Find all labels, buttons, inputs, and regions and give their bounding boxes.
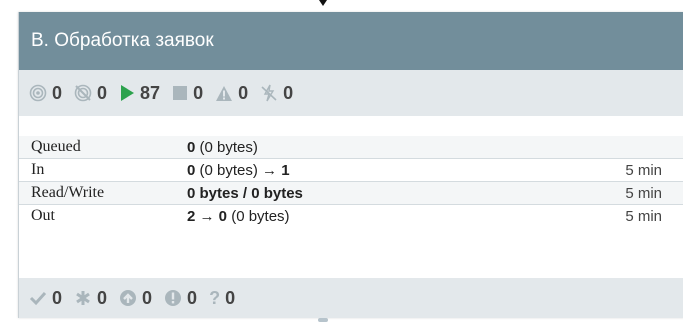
stats-row-value: 2 → 0 (0 bytes) bbox=[187, 207, 290, 225]
sync-failure-icon bbox=[164, 289, 182, 307]
invalid-count: 0 bbox=[215, 83, 248, 104]
stats-row-out: Out 2 → 0 (0 bytes) 5 min bbox=[19, 205, 683, 227]
stats-row-in: In 0 (0 bytes) → 1 5 min bbox=[19, 159, 683, 182]
transmitting-count: 0 bbox=[29, 83, 62, 104]
process-group-card[interactable]: В. Обработка заявок 0 0 87 0 0 0 Queued … bbox=[18, 12, 683, 318]
connection-arrow-top bbox=[319, 0, 327, 6]
stats-row-label: In bbox=[31, 161, 45, 178]
stats-row-age: 5 min bbox=[625, 207, 662, 225]
stopped-count: 0 bbox=[172, 83, 203, 104]
connection-anchor-bottom bbox=[318, 318, 328, 322]
stale-icon bbox=[119, 289, 137, 307]
stats-row-age: 5 min bbox=[625, 161, 662, 179]
component-status-bar: 0 0 87 0 0 0 bbox=[19, 70, 683, 116]
version-control-status-bar: 0 0 0 0 ? 0 bbox=[19, 278, 683, 318]
stats-row-queued: Queued 0 (0 bytes) bbox=[19, 136, 683, 159]
disabled-count: 0 bbox=[260, 83, 293, 104]
unknown-icon: ? bbox=[209, 287, 221, 308]
stats-row-label: Out bbox=[31, 207, 55, 224]
process-group-stats-table: Queued 0 (0 bytes) In 0 (0 bytes) → 1 5 … bbox=[19, 136, 683, 227]
transmitting-icon bbox=[29, 84, 47, 102]
stats-row-value: 0 (0 bytes) → 1 bbox=[187, 161, 290, 179]
unknown-count: ? 0 bbox=[209, 287, 236, 308]
not-transmitting-count: 0 bbox=[74, 83, 107, 104]
stats-row-value: 0 (0 bytes) bbox=[187, 138, 258, 156]
invalid-icon bbox=[215, 85, 233, 102]
stats-row-label: Read/Write bbox=[31, 184, 105, 201]
locally-modified-count: 0 bbox=[74, 288, 107, 309]
stale-count: 0 bbox=[119, 288, 152, 309]
stats-row-age: 5 min bbox=[625, 184, 662, 202]
up-to-date-count: 0 bbox=[29, 288, 62, 309]
up-to-date-icon bbox=[29, 290, 47, 306]
stopped-icon bbox=[172, 85, 188, 101]
disabled-icon bbox=[260, 84, 278, 102]
sync-failure-count: 0 bbox=[164, 288, 197, 309]
stats-row-read-write: Read/Write 0 bytes / 0 bytes 5 min bbox=[19, 182, 683, 205]
process-group-header[interactable]: В. Обработка заявок bbox=[19, 12, 683, 70]
not-transmitting-icon bbox=[74, 84, 92, 102]
stats-row-label: Queued bbox=[31, 138, 81, 155]
locally-modified-icon bbox=[74, 289, 92, 307]
stats-row-value: 0 bytes / 0 bytes bbox=[187, 184, 303, 202]
process-group-title: В. Обработка заявок bbox=[31, 30, 214, 51]
running-count: 87 bbox=[119, 83, 160, 104]
running-icon bbox=[119, 84, 135, 102]
